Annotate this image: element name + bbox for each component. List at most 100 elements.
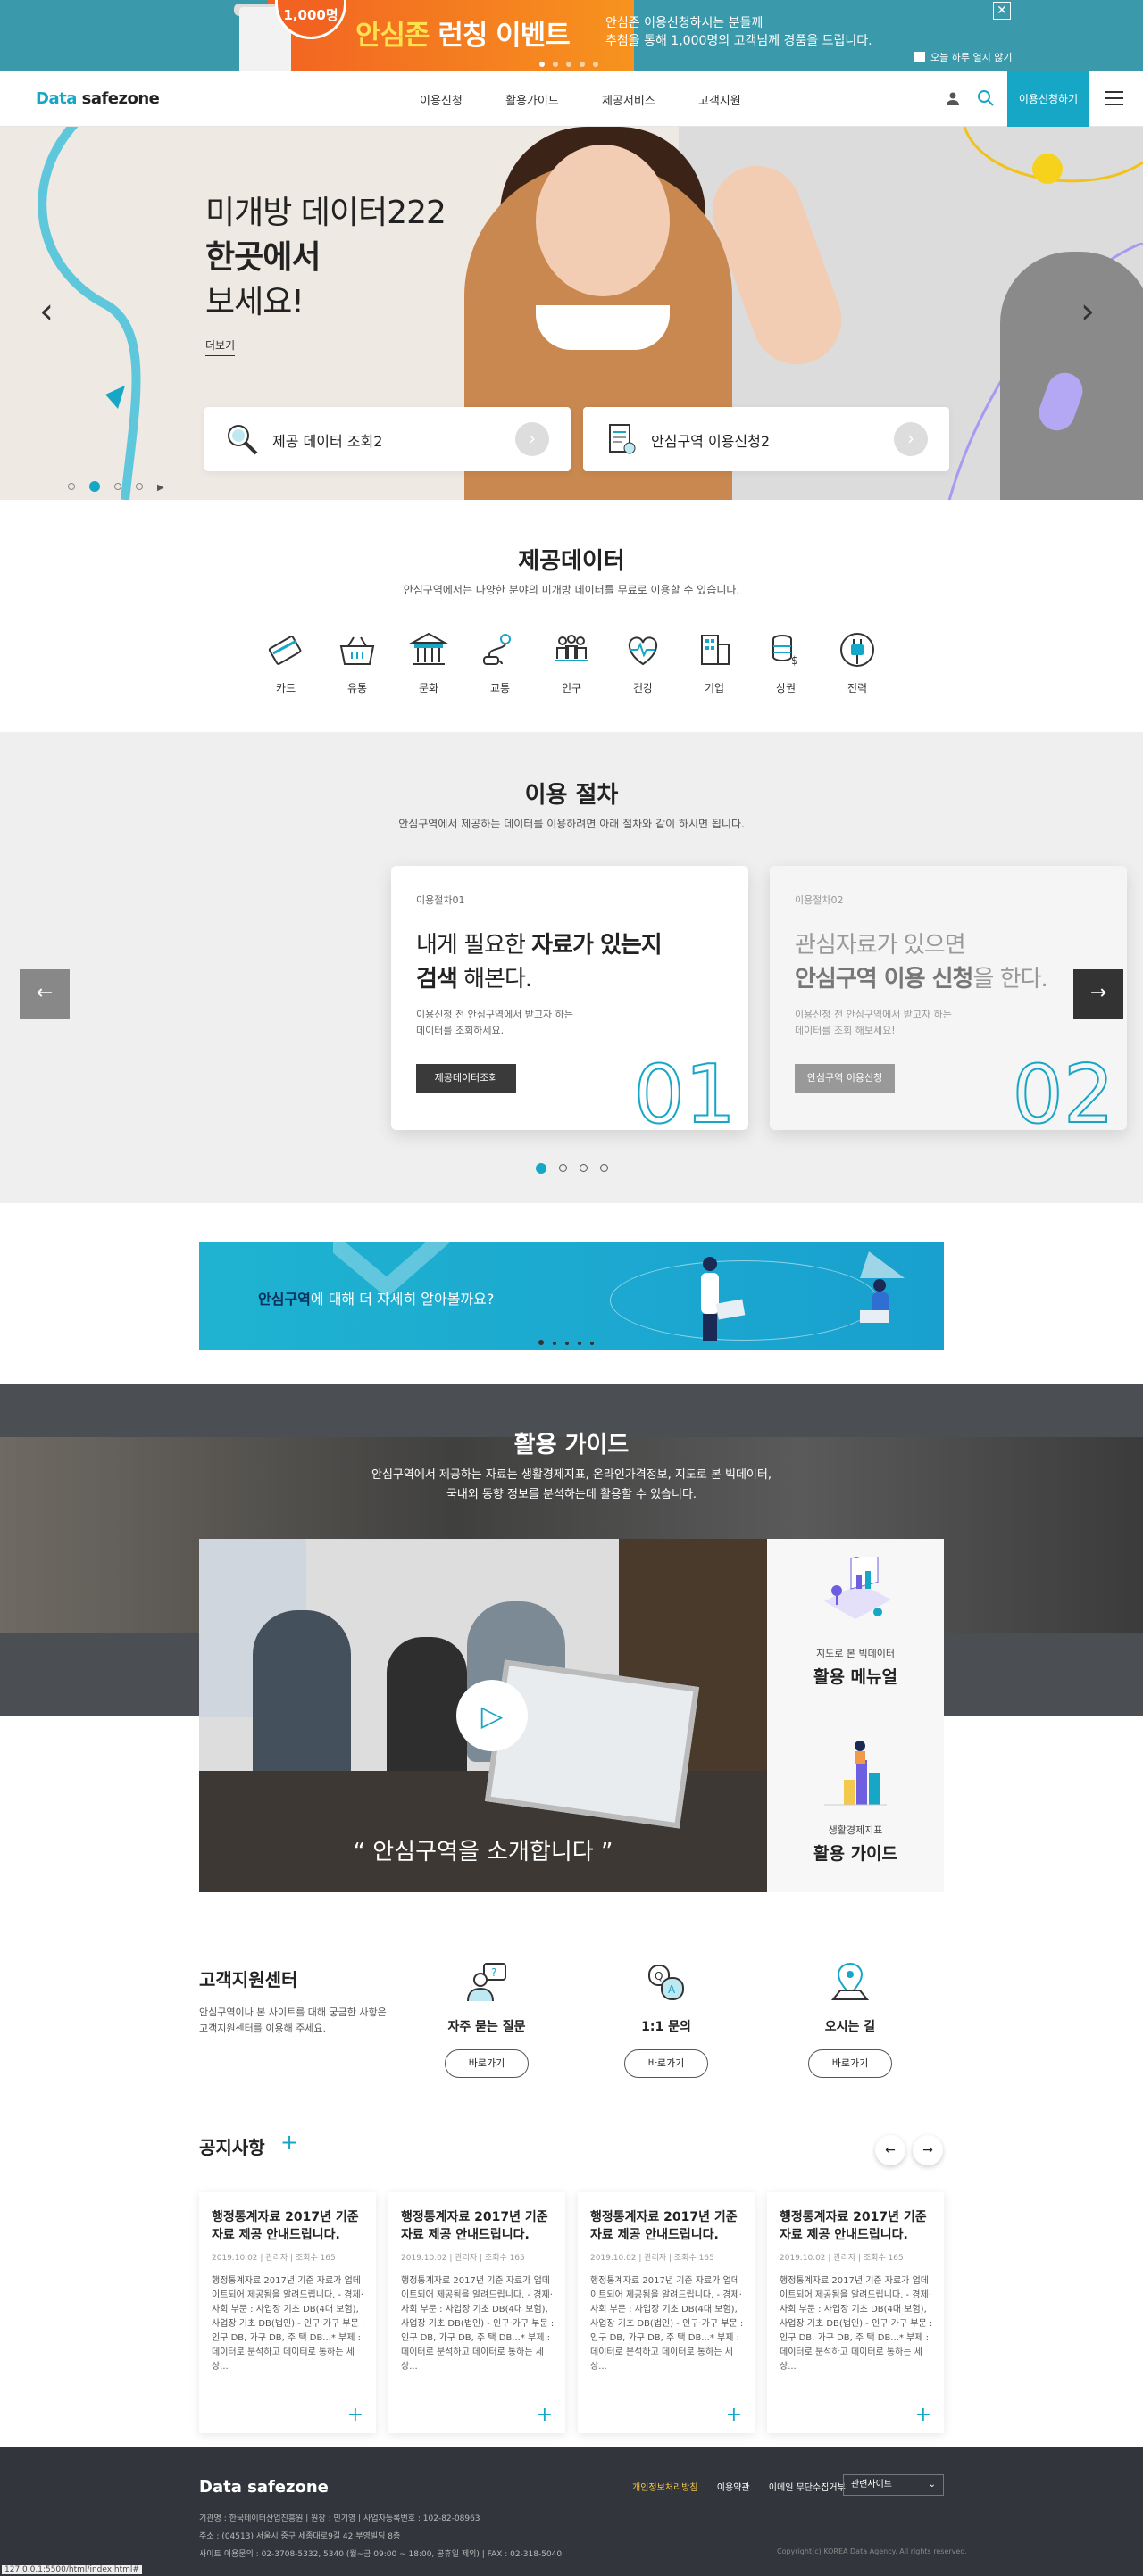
category-label: 문화 <box>418 682 439 694</box>
notice-card-title: 행정통계자료 2017년 기준 자료 제공 안내드립니다. <box>780 2210 927 2242</box>
banner-dot[interactable] <box>593 62 598 67</box>
category-company[interactable]: 기업 <box>691 628 738 695</box>
hero-pagination[interactable]: ▶ <box>68 477 164 494</box>
category-market[interactable]: $ 상권 <box>763 628 809 695</box>
guide-manual-box[interactable]: 지도로 본 빅데이터 활용 메뉴얼 <box>767 1539 944 1716</box>
privacy-policy-link[interactable]: 개인정보처리방침 <box>632 2483 698 2493</box>
promo-banner[interactable]: 안심구역에 대해 더 자세히 알아볼까요? <box>199 1242 944 1350</box>
nav-service[interactable]: 제공서비스 <box>602 95 655 108</box>
nav-support[interactable]: 고객지원 <box>698 95 741 108</box>
category-power[interactable]: 전력 <box>834 628 880 695</box>
category-culture[interactable]: 문화 <box>405 628 452 695</box>
proc-dot[interactable] <box>600 1164 608 1172</box>
hero-dot[interactable] <box>136 482 143 490</box>
related-sites-value: 관련사이트 <box>851 2480 892 2489</box>
promo-text-bold: 안심구역 <box>258 1291 311 1308</box>
event-top-banner[interactable]: 1,000명 안심존 런칭 이벤트 안심존 이용신청하시는 분들께 추첨을 통해… <box>0 0 1143 71</box>
procedure-card-1: 이용절차01 내게 필요한 자료가 있는지 검색 해본다. 이용신청 전 안심구역… <box>391 866 748 1136</box>
procedure-prev-button[interactable]: ← <box>20 969 70 1019</box>
guide-box-title: 활용 메뉴얼 <box>813 1667 897 1687</box>
email-refusal-link[interactable]: 이메일 무단수집거부 <box>769 2483 846 2493</box>
plus-icon[interactable]: + <box>347 2404 363 2426</box>
hamburger-menu-icon[interactable] <box>1105 91 1123 110</box>
hero-dot-active[interactable] <box>89 480 100 492</box>
location-go-button[interactable]: 바로가기 <box>808 2049 892 2078</box>
site-logo[interactable]: Data safezone <box>36 89 160 108</box>
category-health[interactable]: 건강 <box>620 628 666 695</box>
support-location: 오시는 길 바로가기 <box>792 1960 908 2078</box>
banner-dot[interactable] <box>539 62 545 67</box>
nav-apply[interactable]: 이용신청 <box>420 95 463 108</box>
hero-card-data-search[interactable]: 제공 데이터 조회2 › <box>204 407 571 471</box>
hero-prev-arrow[interactable]: ‹ <box>39 291 54 332</box>
category-population[interactable]: 인구 <box>548 628 595 695</box>
notice-more-icon[interactable]: + <box>280 2130 298 2155</box>
banner-close-button[interactable]: ✕ <box>993 2 1011 20</box>
chevron-down-icon: ⌄ <box>928 2480 936 2489</box>
banner-dot[interactable] <box>580 62 585 67</box>
category-retail[interactable]: 유통 <box>334 628 380 695</box>
promo-dot[interactable] <box>553 1342 556 1345</box>
hero-more-link[interactable]: 더보기 <box>205 337 236 356</box>
faq-icon: ? <box>467 1963 506 2002</box>
hero-dot[interactable] <box>114 482 121 490</box>
hide-today-checkbox[interactable]: 오늘 하루 열지 않기 <box>914 50 1012 64</box>
proc-dot[interactable] <box>580 1164 588 1172</box>
hero-card-apply[interactable]: 안심구역 이용신청2 › <box>583 407 949 471</box>
proc-dot[interactable] <box>559 1164 567 1172</box>
banner-dot[interactable] <box>566 62 572 67</box>
magnifier-icon <box>228 425 258 455</box>
category-label: 건강 <box>632 682 654 694</box>
notice-card[interactable]: 행정통계자료 2017년 기준 자료 제공 안내드립니다. 2019.10.02… <box>767 2192 944 2433</box>
notice-card-title: 행정통계자료 2017년 기준 자료 제공 안내드립니다. <box>590 2210 738 2242</box>
promo-pagination[interactable] <box>538 1332 603 1349</box>
checkbox-box[interactable] <box>914 52 925 62</box>
footer-logo: Data safezone <box>199 2478 329 2497</box>
plus-icon[interactable]: + <box>915 2404 931 2426</box>
plus-icon[interactable]: + <box>726 2404 742 2426</box>
category-label: 상권 <box>775 682 797 694</box>
user-icon[interactable] <box>945 91 961 107</box>
copyright: Copyright(c) KOREA Data Agency. All righ… <box>777 2547 967 2555</box>
map-bigdata-illustration <box>824 1550 891 1619</box>
notice-next-arrow-icon[interactable]: → <box>913 2135 943 2165</box>
banner-dot[interactable] <box>553 62 558 67</box>
hero-next-arrow[interactable]: › <box>1080 291 1095 332</box>
promo-dot[interactable] <box>565 1342 569 1345</box>
procedure-next-button[interactable]: → <box>1073 969 1123 1019</box>
hero-woman-collar <box>536 305 670 350</box>
related-sites-select[interactable]: 관련사이트 ⌄ <box>843 2474 944 2496</box>
hero-play-icon[interactable]: ▶ <box>157 483 164 493</box>
procedure-description: 안심구역에서 제공하는 데이터를 이용하려면 아래 절차와 같이 하시면 됩니다… <box>398 818 745 830</box>
procedure-pagination[interactable] <box>536 1159 621 1176</box>
play-icon[interactable]: ▷ <box>456 1680 528 1751</box>
guide-box-subtitle: 지도로 본 빅데이터 <box>816 1648 895 1659</box>
promo-dot[interactable] <box>578 1342 581 1345</box>
people-icon <box>555 635 588 661</box>
inquiry-go-button[interactable]: 바로가기 <box>624 2049 708 2078</box>
category-label: 기업 <box>704 682 725 694</box>
category-traffic[interactable]: 교통 <box>477 628 523 695</box>
data-search-button[interactable]: 제공데이터조회 <box>416 1064 516 1093</box>
terms-link[interactable]: 이용약관 <box>717 2483 750 2493</box>
plus-icon[interactable]: + <box>537 2404 553 2426</box>
category-card[interactable]: 카드 <box>263 628 309 695</box>
banner-pagination[interactable] <box>539 54 606 71</box>
guide-economy-box[interactable]: 생활경제지표 활용 가이드 <box>767 1716 944 1892</box>
safezone-apply-button[interactable]: 안심구역 이용신청 <box>795 1064 895 1093</box>
proc-dot-active[interactable] <box>536 1162 546 1174</box>
notice-card[interactable]: 행정통계자료 2017년 기준 자료 제공 안내드립니다. 2019.10.02… <box>199 2192 376 2433</box>
notice-card[interactable]: 행정통계자료 2017년 기준 자료 제공 안내드립니다. 2019.10.02… <box>578 2192 755 2433</box>
notice-prev-arrow-icon[interactable]: ← <box>875 2135 905 2165</box>
search-icon[interactable] <box>977 89 995 107</box>
video-caption: “ 안심구역을 소개합니다 ” <box>353 1839 613 1866</box>
promo-dot-active[interactable] <box>538 1340 544 1345</box>
nav-guide[interactable]: 활용가이드 <box>505 95 559 108</box>
promo-dot[interactable] <box>590 1342 594 1345</box>
faq-go-button[interactable]: 바로가기 <box>445 2049 529 2078</box>
step-label: 이용절차01 <box>416 894 465 906</box>
notice-card[interactable]: 행정통계자료 2017년 기준 자료 제공 안내드립니다. 2019.10.02… <box>388 2192 565 2433</box>
apply-button[interactable]: 이용신청하기 <box>1007 71 1089 127</box>
hero-dot[interactable] <box>68 482 75 490</box>
intro-video[interactable]: ▷ “ 안심구역을 소개합니다 ” <box>199 1539 767 1892</box>
